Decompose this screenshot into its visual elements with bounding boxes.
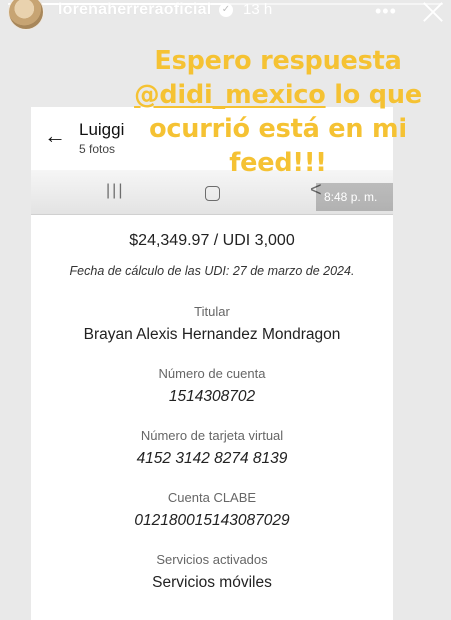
virtual-card-label: Número de tarjeta virtual bbox=[140, 428, 284, 443]
photo-count: 5 fotos bbox=[79, 142, 116, 156]
story-text-line-4: feed!!! bbox=[229, 148, 327, 178]
story-text-sticker: Espero respuesta @didi_mexico lo que ocu… bbox=[118, 44, 438, 180]
udi-date-note: Fecha de cálculo de las UDI: 27 de marzo… bbox=[69, 264, 355, 278]
avatar[interactable] bbox=[8, 0, 44, 30]
balance-amount: $24,349.97 / UDI 3,000 bbox=[129, 232, 295, 249]
holder-value: Brayan Alexis Hernandez Mondragon bbox=[83, 326, 341, 343]
story-text-line-2-rest: lo que bbox=[325, 80, 422, 110]
more-options-icon[interactable]: ••• bbox=[375, 1, 397, 22]
story-text-line-3: ocurrió está en mi bbox=[149, 114, 407, 144]
story-text-line-2: @didi_mexico lo que bbox=[118, 78, 438, 112]
photo-timestamp: 8:48 p. m. bbox=[316, 183, 393, 211]
recent-apps-icon[interactable]: ||| bbox=[106, 182, 124, 200]
clabe-label: Cuenta CLABE bbox=[167, 490, 257, 505]
virtual-card-value: 4152 3142 8274 8139 bbox=[136, 450, 288, 467]
services-label: Servicios activados bbox=[156, 552, 268, 567]
post-time: 13 h bbox=[243, 1, 273, 18]
clabe-value: 012180015143087029 bbox=[134, 512, 290, 529]
story-text-line-1: Espero respuesta bbox=[154, 46, 402, 76]
account-number-value: 1514308702 bbox=[168, 388, 256, 405]
home-icon[interactable] bbox=[205, 186, 220, 201]
holder-label: Titular bbox=[194, 304, 230, 319]
shared-screenshot: ← Luiggi 5 fotos ||| < 8:48 p. m. $24,34… bbox=[31, 107, 393, 620]
story-header: lorenaherreraoficial ✓ 13 h ••• bbox=[0, 0, 451, 30]
account-number-label: Número de cuenta bbox=[158, 366, 266, 381]
username[interactable]: lorenaherreraoficial bbox=[58, 1, 211, 19]
verified-badge-icon: ✓ bbox=[219, 3, 233, 17]
back-arrow-icon[interactable]: ← bbox=[44, 123, 66, 149]
services-value: Servicios móviles bbox=[152, 574, 272, 591]
mention-link[interactable]: @didi_mexico bbox=[134, 80, 326, 110]
close-icon[interactable] bbox=[418, 0, 448, 27]
